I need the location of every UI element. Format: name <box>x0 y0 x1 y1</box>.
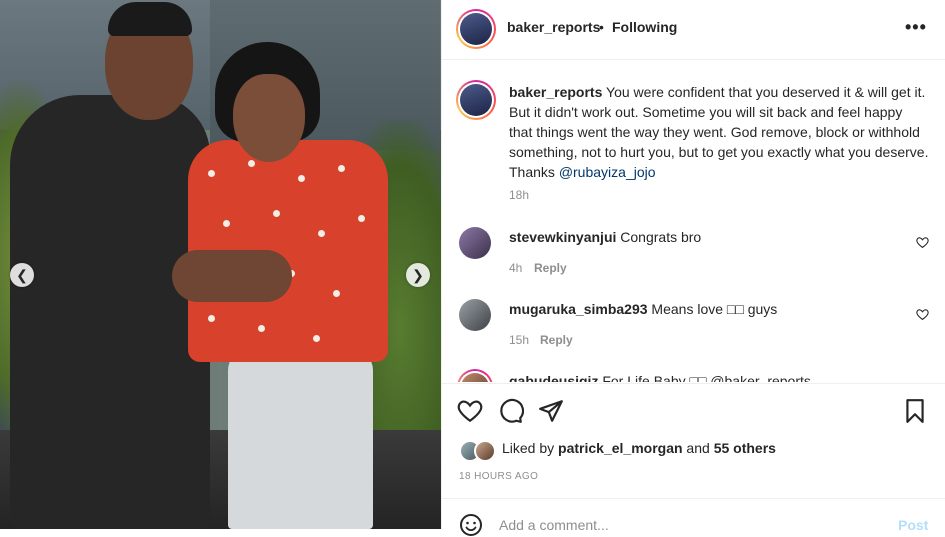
more-options-icon[interactable]: ••• <box>905 17 927 38</box>
post-actions: Liked by patrick_el_morgan and 55 others… <box>442 383 945 498</box>
photo-woman-pants <box>228 350 373 529</box>
photo-hands <box>172 250 292 302</box>
smiley-icon[interactable] <box>459 513 483 537</box>
liker-avatar[interactable] <box>474 440 496 462</box>
photo-woman-face <box>233 74 305 162</box>
photo-man-figure <box>10 95 210 529</box>
heart-icon[interactable] <box>457 398 483 424</box>
add-comment-bar: Add a comment... Post <box>442 498 945 536</box>
caption-timestamp[interactable]: 18h <box>509 188 529 202</box>
chevron-right-icon: ❯ <box>412 266 424 283</box>
comment-input[interactable]: Add a comment... <box>499 517 609 533</box>
post-comment-button[interactable]: Post <box>898 517 928 533</box>
photo-man-hair <box>108 2 192 36</box>
carousel-next-button[interactable]: ❯ <box>406 263 430 287</box>
author-avatar[interactable] <box>456 9 496 49</box>
comment-timestamp[interactable]: 15h <box>509 333 529 347</box>
comment-username[interactable]: stevewkinyanjui <box>509 229 616 245</box>
commenter-avatar[interactable] <box>459 299 491 331</box>
post-photo[interactable]: ❮ ❯ <box>0 0 441 529</box>
caption-mention-link[interactable]: @rubayiza_jojo <box>559 164 656 180</box>
avatar-image <box>460 13 492 45</box>
post-header: baker_reports • Following ••• <box>442 0 945 60</box>
comment-text: For Life Baby □□ @baker_reports <box>602 373 811 382</box>
comments-scroll-area[interactable]: baker_reports You were confident that yo… <box>442 60 945 382</box>
commenter-avatar[interactable] <box>457 369 493 382</box>
header-separator: • <box>599 19 604 35</box>
comment-timestamp[interactable]: 4h <box>509 261 522 275</box>
liker-username[interactable]: patrick_el_morgan <box>558 440 683 456</box>
comment-text: Congrats bro <box>620 229 702 245</box>
post-time-ago[interactable]: 18 HOURS AGO <box>459 471 538 482</box>
likes-middle: and <box>682 440 714 456</box>
comment-text: Means love □□ guys <box>651 301 778 317</box>
reply-button[interactable]: Reply <box>534 261 567 275</box>
post-caption: baker_reports You were confident that yo… <box>509 82 929 182</box>
caption-avatar[interactable] <box>456 80 496 120</box>
paper-plane-icon[interactable] <box>538 398 564 424</box>
likes-others-link[interactable]: 55 others <box>714 440 776 456</box>
bookmark-icon[interactable] <box>902 398 928 424</box>
following-button[interactable]: Following <box>612 19 677 35</box>
comment-body: mugaruka_simba293 Means love □□ guys <box>509 300 777 318</box>
avatar-image <box>461 373 489 382</box>
comment-heart-icon[interactable] <box>916 236 929 249</box>
comment-heart-icon[interactable] <box>916 308 929 321</box>
carousel-prev-button[interactable]: ❮ <box>10 263 34 287</box>
likes-prefix: Liked by <box>502 440 559 456</box>
commenter-avatar[interactable] <box>459 227 491 259</box>
avatar-image <box>460 84 492 116</box>
comment-icon[interactable] <box>498 398 524 424</box>
reply-button[interactable]: Reply <box>540 333 573 347</box>
comment-body: stevewkinyanjui Congrats bro <box>509 228 701 246</box>
caption-username[interactable]: baker_reports <box>509 84 602 100</box>
likes-summary: Liked by patrick_el_morgan and 55 others <box>502 440 776 456</box>
chevron-left-icon: ❮ <box>16 266 28 283</box>
author-username[interactable]: baker_reports <box>507 19 600 35</box>
post-details-panel: baker_reports • Following ••• baker_repo… <box>441 0 945 536</box>
comment-username[interactable]: gabudeusigiz <box>509 373 598 382</box>
comment-body: gabudeusigiz For Life Baby □□ @baker_rep… <box>509 372 811 382</box>
comment-username[interactable]: mugaruka_simba293 <box>509 301 648 317</box>
